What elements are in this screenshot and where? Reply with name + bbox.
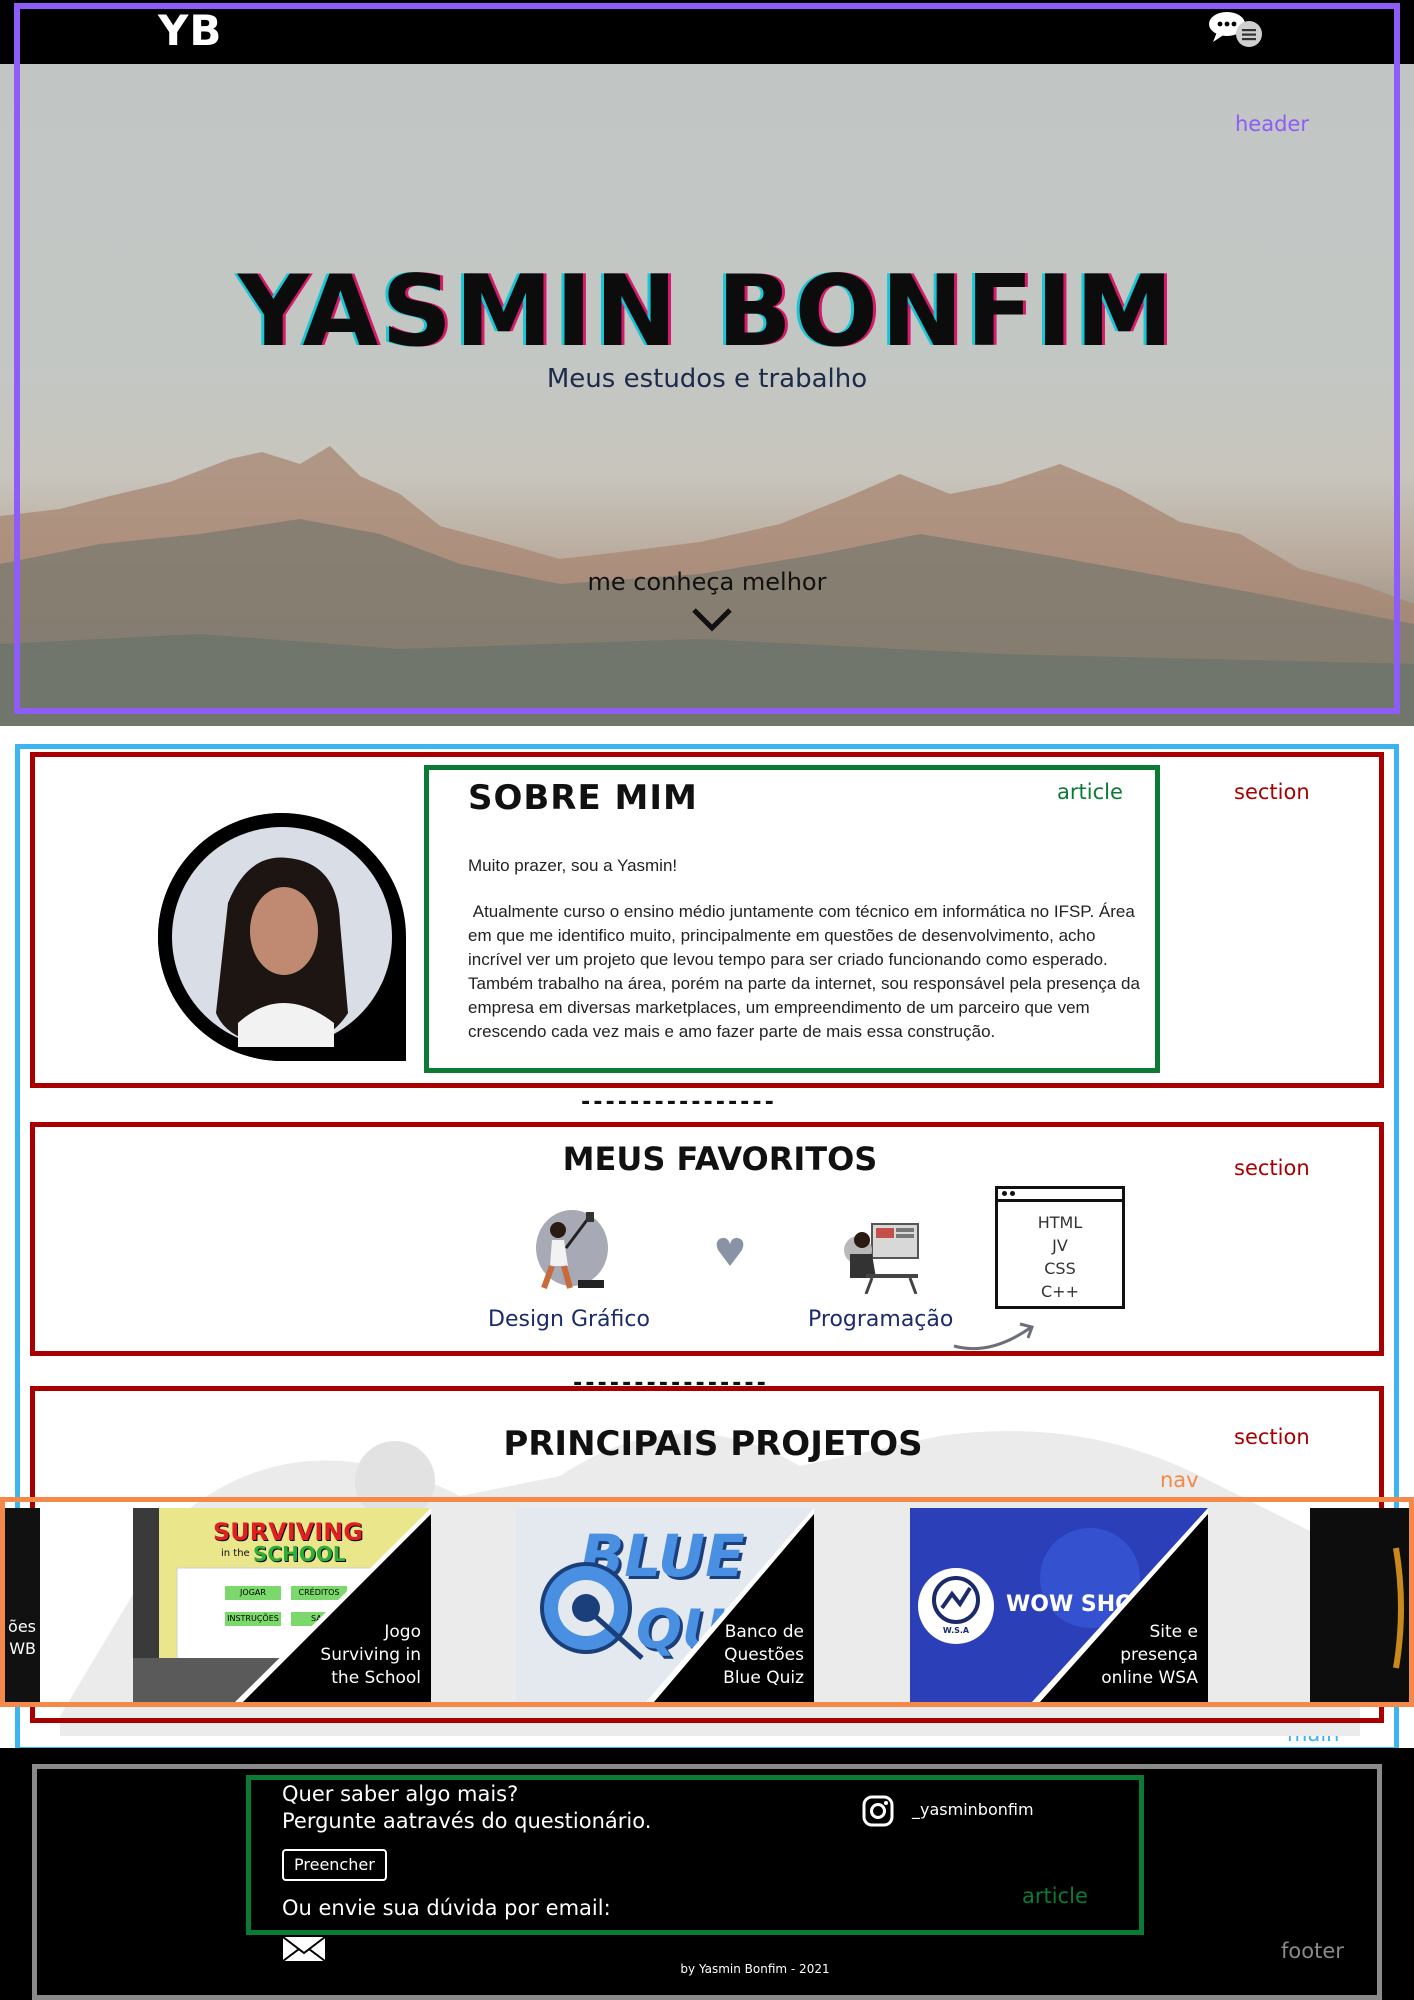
code-window: HTML JV CSS C++ — [995, 1186, 1125, 1309]
code-line: JV — [1052, 1236, 1068, 1255]
nav-outline-label: nav — [1160, 1468, 1199, 1492]
favorites-title: MEUS FAVORITOS — [562, 1140, 878, 1178]
heart-icon — [715, 1236, 745, 1268]
footer-question-line1: Quer saber algo mais? — [282, 1782, 519, 1806]
instagram-icon[interactable] — [862, 1795, 894, 1827]
header-outline-label: header — [1235, 112, 1309, 136]
programming-illustration-icon — [836, 1214, 922, 1295]
projects-title: PRINCIPAIS PROJETOS — [503, 1424, 923, 1464]
instagram-handle[interactable]: _yasminbonfim — [912, 1800, 1034, 1819]
about-greeting: Muito prazer, sou a Yasmin! — [468, 856, 678, 875]
favorite-item-programming: Programação — [808, 1307, 954, 1332]
about-title: SOBRE MIM — [468, 778, 698, 818]
window-dot — [1010, 1191, 1015, 1196]
graphic-design-illustration-icon — [530, 1208, 610, 1294]
curved-arrow-icon — [950, 1316, 1040, 1356]
profile-photo — [158, 813, 406, 1061]
window-titlebar — [998, 1189, 1122, 1202]
about-section-label: section — [1234, 780, 1310, 804]
fill-questionnaire-button[interactable]: Preencher — [282, 1849, 387, 1881]
footer-email-text: Ou envie sua dúvida por email: — [282, 1896, 611, 1920]
code-line: CSS — [1044, 1259, 1076, 1278]
footer-article-label: article — [1022, 1884, 1088, 1908]
footer-credit: by Yasmin Bonfim - 2021 — [680, 1962, 830, 1976]
email-icon[interactable] — [282, 1935, 326, 1963]
about-article-label: article — [1057, 780, 1123, 804]
window-dot — [1002, 1191, 1007, 1196]
favorite-item-design: Design Gráfico — [488, 1307, 650, 1332]
code-line: HTML — [1037, 1213, 1083, 1232]
footer-outline-label: footer — [1281, 1939, 1344, 1963]
header-outline — [14, 3, 1400, 714]
code-line: C++ — [1041, 1282, 1079, 1301]
nav-outline — [0, 1497, 1414, 1707]
footer-question-line2: Pergunte aatravés do questionário. — [282, 1809, 652, 1833]
about-text: Atualmente curso o ensino médio juntamen… — [468, 902, 1145, 1041]
section-divider: ---------------- — [579, 1090, 776, 1115]
